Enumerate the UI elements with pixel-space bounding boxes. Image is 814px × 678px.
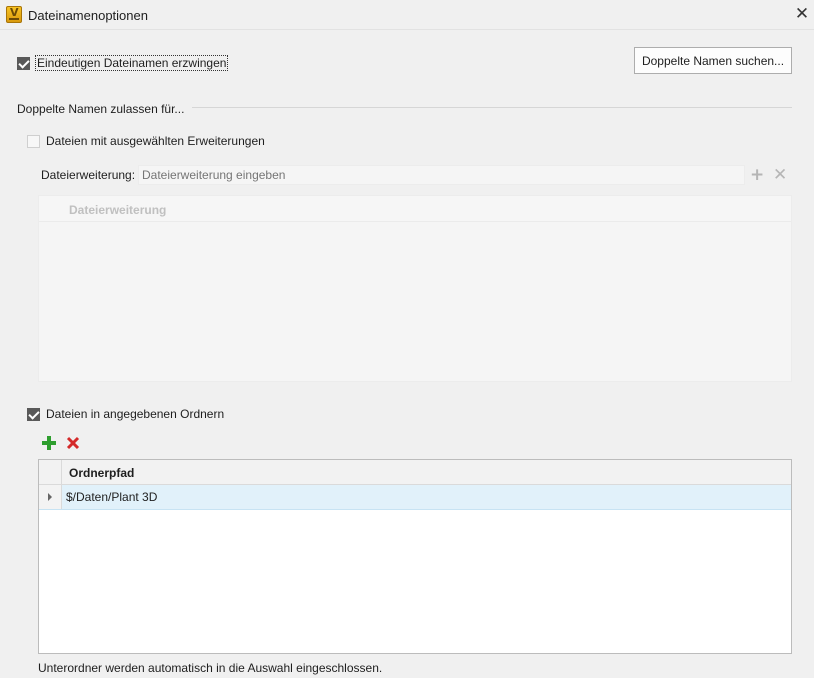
table-row[interactable]: $/Daten/Plant 3D [39,485,791,510]
allow-duplicates-group-label: Doppelte Namen zulassen für... [17,102,185,116]
remove-folder-x-icon[interactable] [66,436,80,450]
group-divider [192,107,792,108]
add-extension-plus-icon[interactable]: + [750,167,764,184]
window-title: Dateinamenoptionen [28,8,148,23]
extensions-option-label[interactable]: Dateien mit ausgewählten Erweiterungen [46,134,265,148]
enforce-unique-label[interactable]: Eindeutigen Dateinamen erzwingen [34,55,229,71]
footer-note: Unterordner werden automatisch in die Au… [38,661,383,675]
folder-grid[interactable]: Ordnerpfad $/Daten/Plant 3D [38,459,792,654]
remove-extension-x-icon[interactable]: ✕ [773,167,787,184]
enforce-unique-checkbox[interactable] [17,57,30,70]
extension-input[interactable] [138,165,745,185]
add-folder-plus-icon[interactable] [42,436,56,450]
extensions-checkbox[interactable] [27,135,40,148]
folder-grid-header: Ordnerpfad [39,460,791,485]
app-logo-icon: V [6,6,22,23]
folder-path-cell[interactable]: $/Daten/Plant 3D [66,490,157,504]
extension-field-label: Dateierweiterung: [41,168,136,182]
folders-option-label[interactable]: Dateien in angegebenen Ordnern [46,407,224,421]
extension-column-header: Dateierweiterung [69,203,167,217]
close-icon[interactable]: ✕ [794,6,810,23]
find-duplicates-button[interactable]: Doppelte Namen suchen... [634,47,792,74]
title-bar: V Dateinamenoptionen ✕ [0,0,814,30]
folders-checkbox[interactable] [27,408,40,421]
extension-list-header: Dateierweiterung [39,196,791,222]
row-indicator-icon [48,493,52,501]
extension-list: Dateierweiterung [38,195,792,382]
folder-column-header[interactable]: Ordnerpfad [69,466,134,480]
